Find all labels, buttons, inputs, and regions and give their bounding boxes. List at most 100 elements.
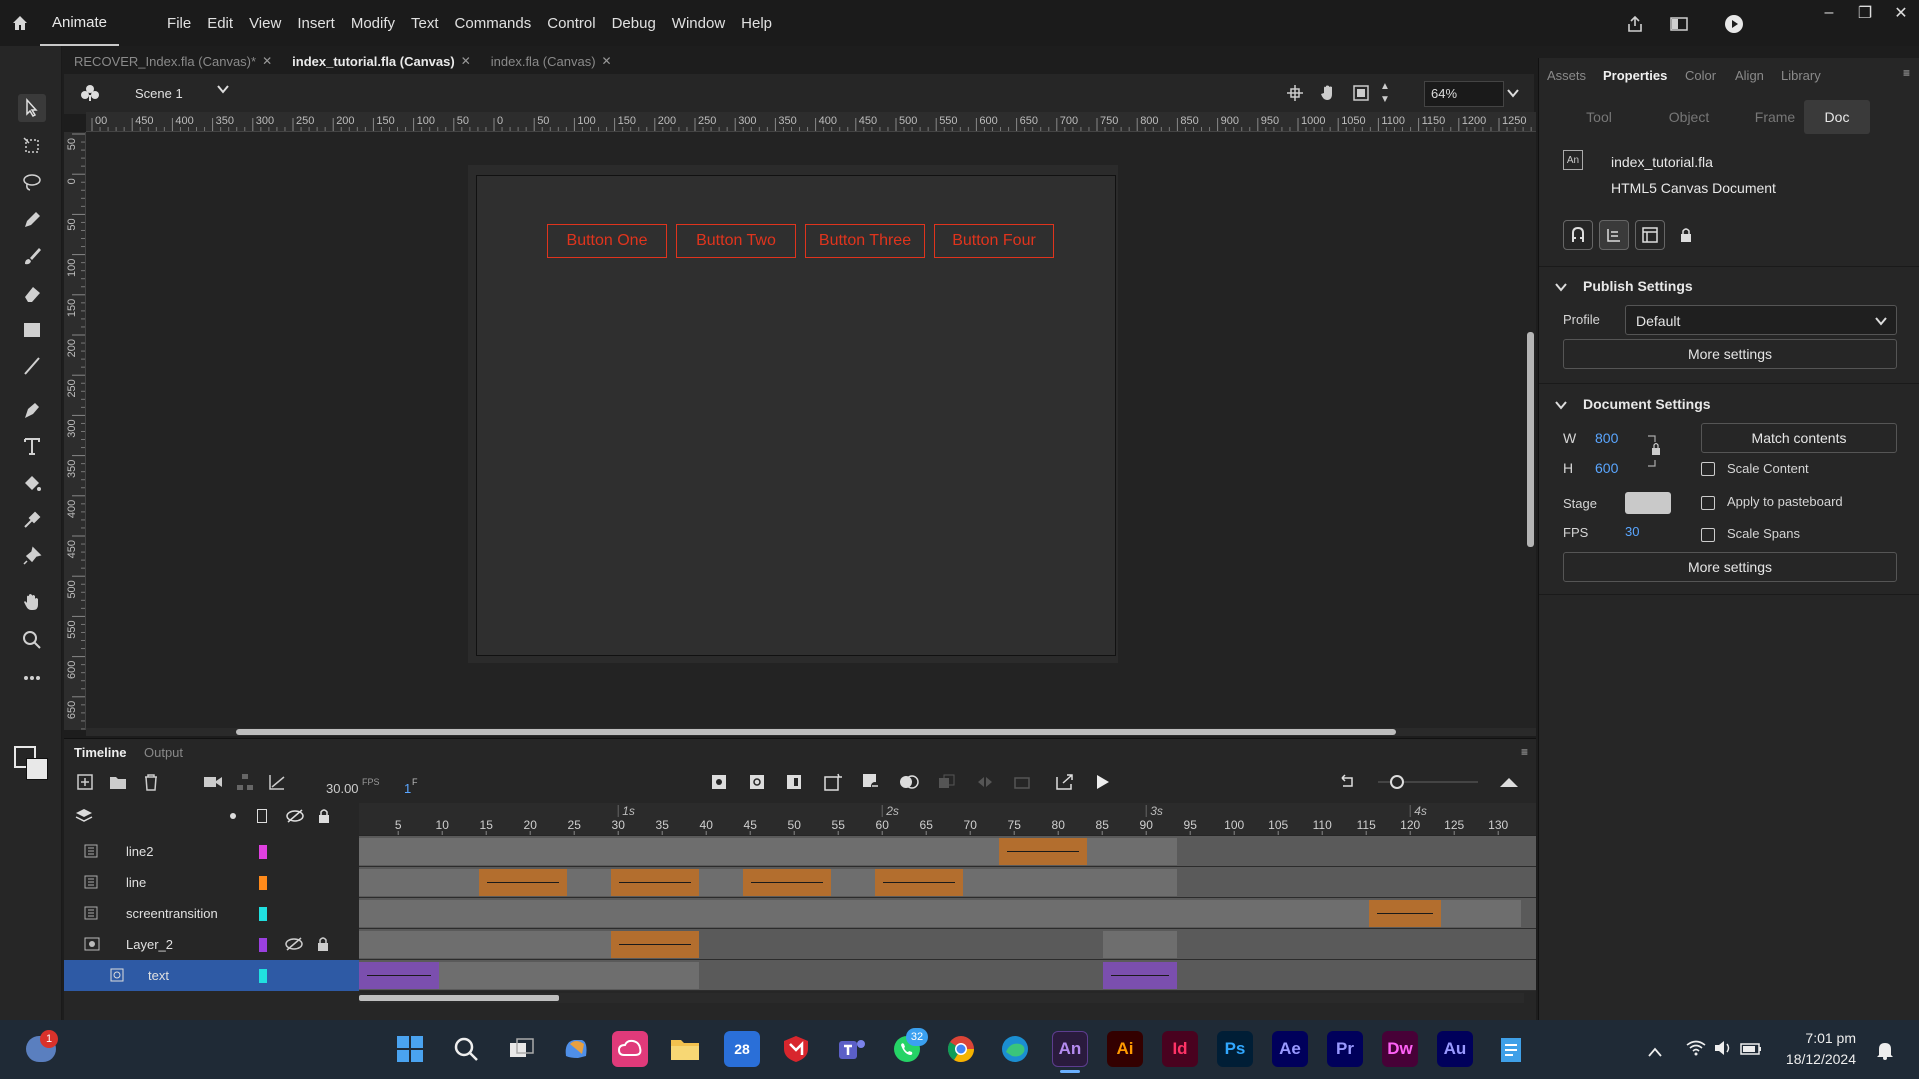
stage-button-three[interactable]: Button Three	[805, 224, 925, 258]
height-value[interactable]: 600	[1595, 460, 1618, 476]
layer-color-swatch[interactable]	[259, 906, 267, 921]
paint-bucket-tool-icon[interactable]	[18, 470, 46, 498]
onion-skin-icon[interactable]	[898, 771, 920, 793]
layer-color-swatch[interactable]	[259, 937, 267, 952]
delete-frame-icon[interactable]	[860, 771, 882, 793]
layer-hidden-icon[interactable]	[284, 937, 304, 954]
workspace-icon[interactable]	[1668, 13, 1690, 35]
teams-icon[interactable]	[834, 1031, 870, 1067]
subtab-frame[interactable]: Frame	[1735, 100, 1815, 134]
menu-window[interactable]: Window	[664, 15, 733, 32]
notifications-bell-icon[interactable]	[1876, 1040, 1894, 1063]
motion-tween[interactable]	[611, 931, 699, 958]
horizontal-scrollbar[interactable]	[86, 728, 1536, 736]
frame-span[interactable]	[359, 900, 1369, 927]
timeline-collapse-icon[interactable]	[1498, 771, 1520, 793]
hand-tool-icon[interactable]	[18, 588, 46, 616]
highlight-layers-icon[interactable]	[230, 813, 236, 819]
new-folder-icon[interactable]	[107, 771, 129, 793]
frame-span[interactable]	[359, 869, 479, 896]
timeline-zoom-handle[interactable]	[1390, 775, 1404, 789]
export-icon[interactable]	[1054, 771, 1076, 793]
battery-icon[interactable]	[1740, 1042, 1762, 1058]
rotate-stage-icon[interactable]	[1318, 84, 1338, 105]
search-icon[interactable]	[448, 1031, 484, 1067]
frames-screentransition[interactable]	[359, 898, 1536, 929]
chevron-down-icon[interactable]	[1555, 280, 1567, 296]
stage-button-four[interactable]: Button Four	[934, 224, 1054, 258]
timeline-scrollbar[interactable]	[359, 993, 1524, 1003]
motion-tween[interactable]	[1103, 962, 1177, 989]
layer-color-swatch[interactable]	[259, 968, 267, 983]
subtab-tool[interactable]: Tool	[1559, 100, 1639, 134]
play-icon[interactable]	[1092, 771, 1114, 793]
frames-text[interactable]	[359, 960, 1536, 991]
publish-settings-title[interactable]: Publish Settings	[1583, 278, 1693, 294]
edit-multiple-frames-icon[interactable]	[936, 771, 958, 793]
menu-insert[interactable]: Insert	[289, 15, 343, 32]
lasso-tool-icon[interactable]	[18, 168, 46, 196]
chevron-down-icon[interactable]	[1555, 398, 1567, 414]
clip-content-icon[interactable]	[1352, 84, 1370, 105]
mcafee-icon[interactable]	[778, 1031, 814, 1067]
minimize-icon[interactable]: –	[1811, 0, 1847, 26]
motion-tween[interactable]	[875, 869, 963, 896]
tab-align[interactable]: Align	[1735, 68, 1764, 83]
home-icon[interactable]	[0, 0, 40, 46]
apply-to-pasteboard-checkbox[interactable]	[1701, 496, 1715, 510]
scale-spans-checkbox[interactable]	[1701, 528, 1715, 542]
taskbar-app-id[interactable]: Id	[1162, 1031, 1198, 1067]
tab-output[interactable]: Output	[144, 745, 183, 760]
motion-tween[interactable]	[479, 869, 567, 896]
chrome-icon[interactable]	[943, 1031, 979, 1067]
pin-tool-icon[interactable]	[18, 542, 46, 570]
subtab-doc[interactable]: Doc	[1804, 100, 1870, 134]
rectangle-tool-icon[interactable]	[18, 316, 46, 344]
stage-button-two[interactable]: Button Two	[676, 224, 796, 258]
auto-keyframe-icon[interactable]	[822, 771, 844, 793]
tab-library[interactable]: Library	[1781, 68, 1821, 83]
taskbar-app-dw[interactable]: Dw	[1382, 1031, 1418, 1067]
test-movie-icon[interactable]	[1723, 13, 1745, 35]
brush-tool-icon[interactable]	[18, 242, 46, 270]
insert-keyframe-icon[interactable]	[708, 771, 730, 793]
pencil-tool-icon[interactable]	[18, 206, 46, 234]
document-more-settings-button[interactable]: More settings	[1563, 552, 1897, 582]
menu-file[interactable]: File	[159, 15, 199, 32]
frame-ruler[interactable]: 5 10 15 20 25 30 35 40 45 50 55 60 65 70 75 80 85 90 95 100…	[359, 803, 1536, 835]
frame-span[interactable]	[359, 838, 999, 865]
doc-tab-index[interactable]: index.fla (Canvas) ✕	[481, 50, 622, 72]
zoom-tool-icon[interactable]	[18, 626, 46, 654]
publish-more-settings-button[interactable]: More settings	[1563, 339, 1897, 369]
wifi-icon[interactable]	[1686, 1040, 1706, 1059]
edge-icon[interactable]	[997, 1031, 1033, 1067]
taskbar-app-ai[interactable]: Ai	[1107, 1031, 1143, 1067]
layer-screentransition[interactable]: screentransition	[64, 898, 359, 929]
layers-icon[interactable]	[73, 805, 95, 827]
frame-span[interactable]	[1103, 931, 1177, 958]
close-tab-icon[interactable]: ✕	[461, 54, 471, 68]
frame-span[interactable]	[567, 869, 611, 896]
pen-tool-icon[interactable]	[18, 396, 46, 424]
scene-name[interactable]: Scene 1	[135, 86, 183, 101]
snap-to-objects-icon[interactable]	[1563, 220, 1593, 250]
tab-properties[interactable]: Properties	[1603, 68, 1667, 83]
reset-timeline-icon[interactable]	[1336, 771, 1358, 793]
taskbar-app-pr[interactable]: Pr	[1327, 1031, 1363, 1067]
outline-layers-icon[interactable]	[257, 809, 267, 823]
link-dimensions-icon[interactable]	[1647, 434, 1663, 471]
delete-layer-icon[interactable]	[140, 771, 162, 793]
clock-date[interactable]: 18/12/2024	[1770, 1051, 1856, 1067]
tab-color[interactable]: Color	[1685, 68, 1716, 83]
menu-view[interactable]: View	[241, 15, 289, 32]
graph-icon[interactable]	[266, 771, 288, 793]
loop-icon[interactable]	[1012, 771, 1034, 793]
profile-select[interactable]: Default	[1625, 305, 1897, 335]
copilot-icon[interactable]	[558, 1031, 594, 1067]
eyedropper-tool-icon[interactable]	[18, 506, 46, 534]
text-tool-icon[interactable]	[18, 432, 46, 460]
taskbar-app-an[interactable]: An	[1052, 1031, 1088, 1067]
fps-value[interactable]: 30	[1625, 524, 1639, 539]
lock-layers-icon[interactable]	[313, 805, 335, 827]
motion-tween[interactable]	[999, 838, 1087, 865]
